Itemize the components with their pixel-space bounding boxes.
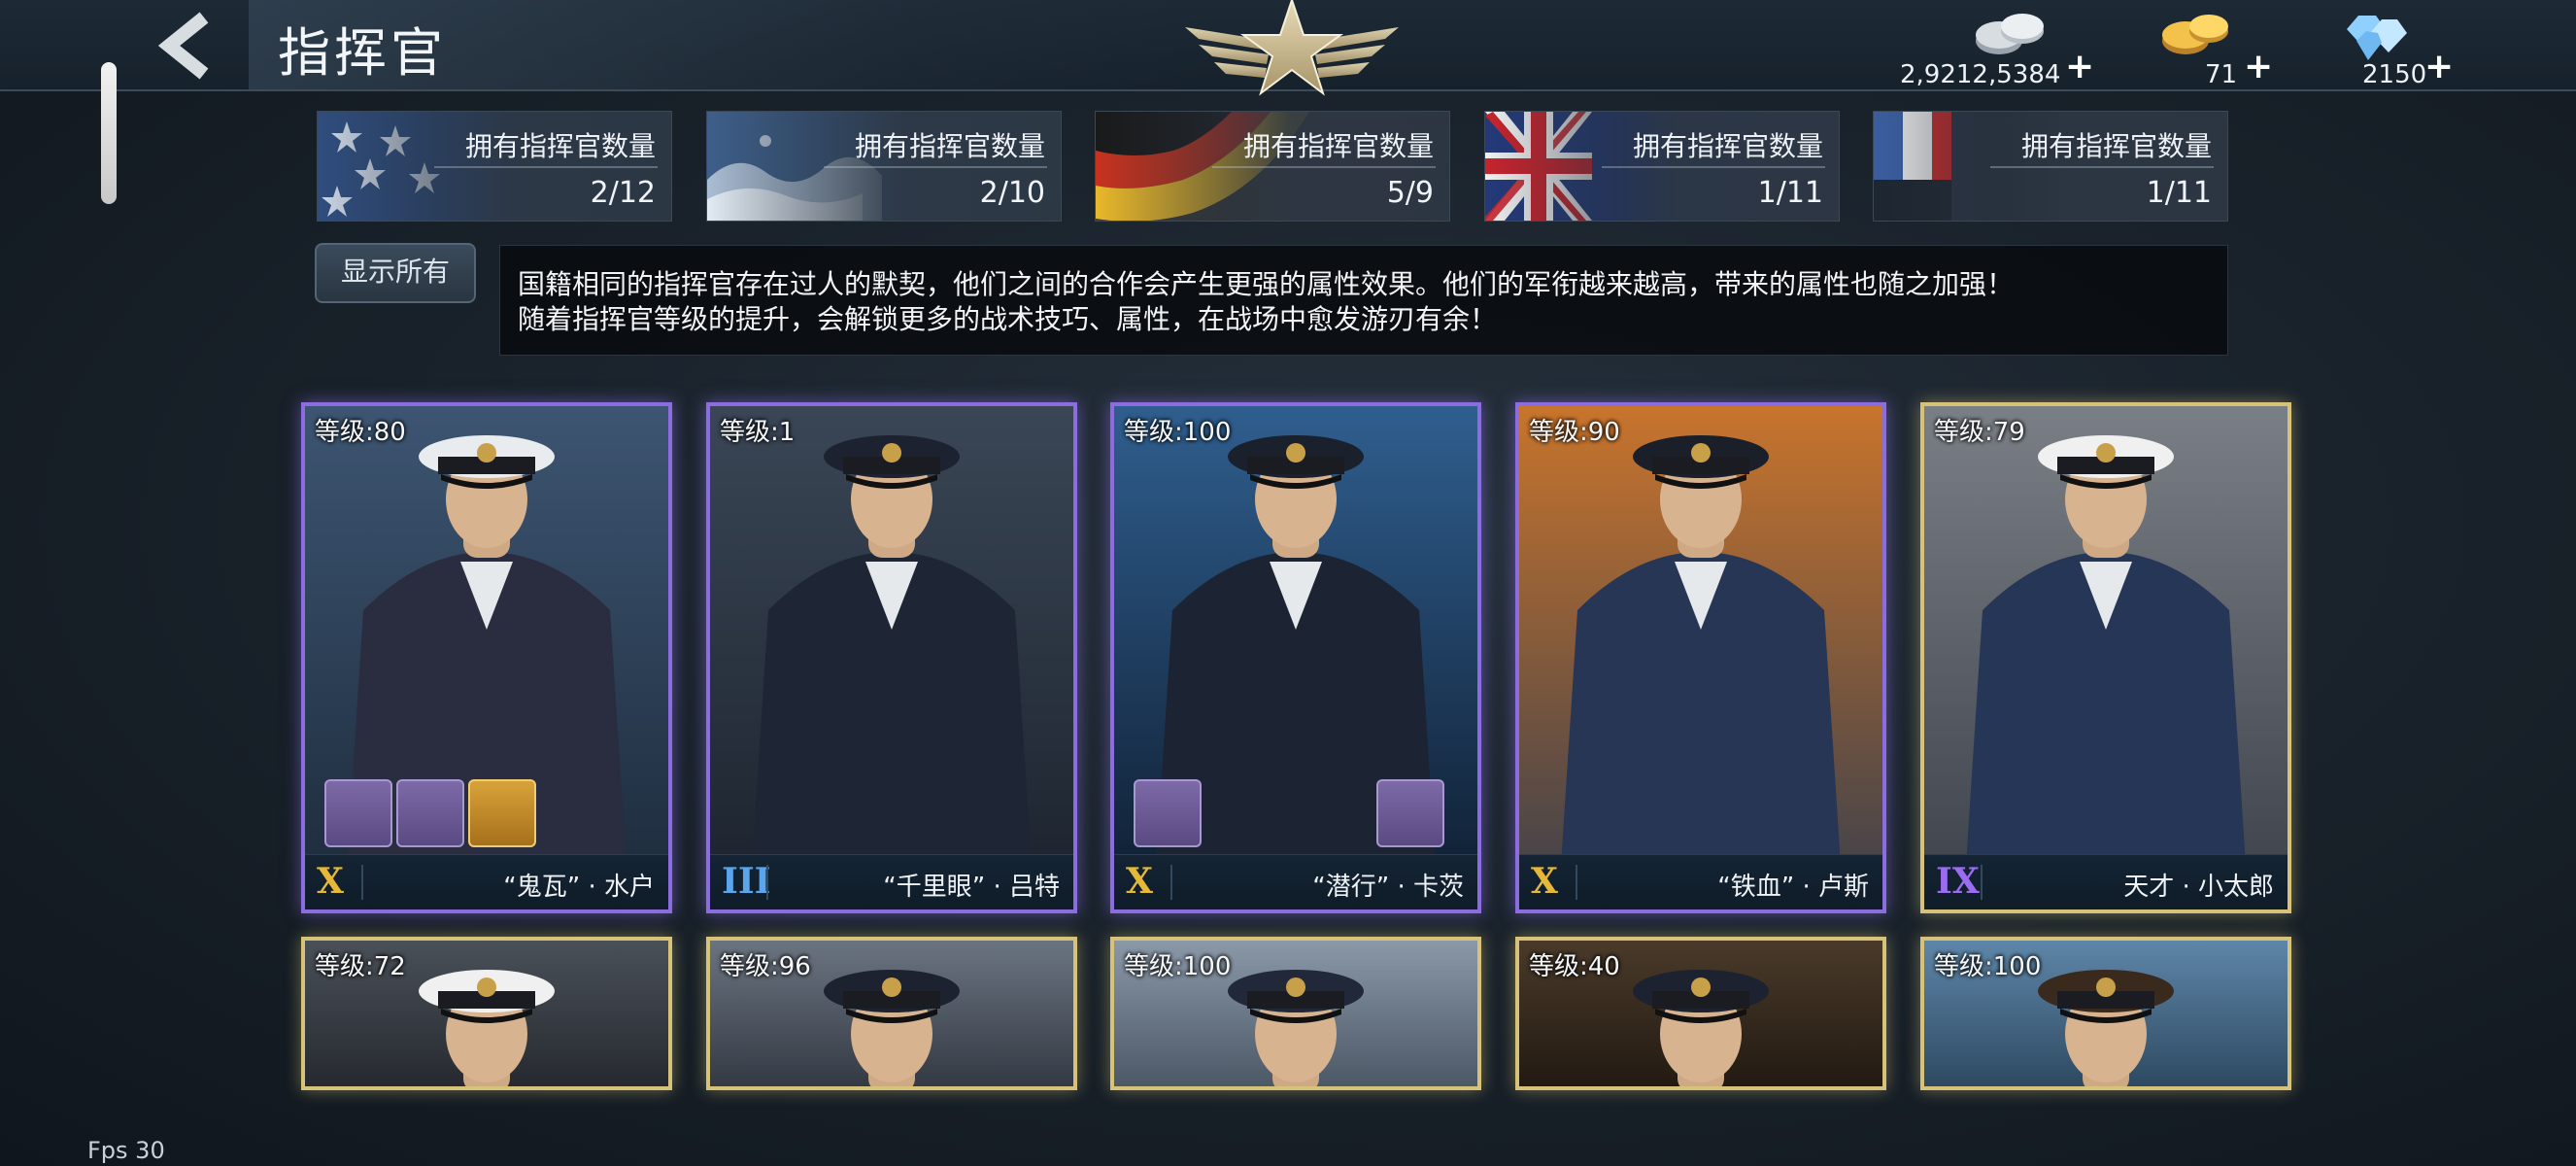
commander-rank: X	[1126, 861, 1153, 902]
commander-level: 等级:80	[315, 418, 406, 447]
commander-rank: X	[1531, 861, 1558, 902]
nation-label: 拥有指挥官数量	[854, 130, 1045, 162]
commander-level: 等级:79	[1934, 418, 2025, 447]
commander-info-bar: X “鬼瓦” · 水户	[305, 854, 668, 909]
commander-card[interactable]: 等级:96	[706, 937, 1077, 1090]
commander-card[interactable]: 等级:90 X “铁血” · 卢斯	[1515, 402, 1886, 913]
commander-level: 等级:90	[1529, 418, 1620, 447]
silver-coins-icon	[1976, 14, 2044, 54]
nation-filter-germany[interactable]: 拥有指挥官数量 5/9	[1095, 111, 1450, 222]
commander-card[interactable]: 等级:79 IX 天才 · 小太郎	[1920, 402, 2291, 913]
star-wings-emblem-icon	[1185, 0, 1399, 96]
commander-name: 天才 · 小太郎	[2123, 873, 2274, 902]
commander-level: 等级:100	[1934, 952, 2042, 981]
commander-rank: X	[317, 861, 344, 902]
divider	[434, 166, 658, 168]
diamond-resource: 2150 +	[2331, 8, 2457, 91]
commander-card[interactable]: 等级:72	[301, 937, 672, 1090]
nation-filter-other[interactable]: 拥有指挥官数量 1/11	[1873, 111, 2228, 222]
diamond-add-button[interactable]: +	[2424, 47, 2454, 86]
nation-label: 拥有指挥官数量	[464, 130, 656, 162]
divider	[1990, 166, 2214, 168]
commander-level: 等级:100	[1124, 418, 1232, 447]
commander-portrait	[1924, 406, 2288, 909]
diamond-value: 2150	[2362, 60, 2427, 89]
commander-level: 等级:100	[1124, 952, 1232, 981]
gold-add-button[interactable]: +	[2244, 47, 2273, 86]
nation-label: 拥有指挥官数量	[2020, 130, 2212, 162]
commander-level: 等级:1	[720, 418, 796, 447]
commander-rank: IX	[1936, 861, 1980, 902]
commander-portrait	[710, 406, 1073, 909]
commander-portrait	[1519, 406, 1882, 909]
nation-filter-uk[interactable]: 拥有指挥官数量 1/11	[1484, 111, 1840, 222]
divider	[1602, 166, 1825, 168]
description-line-1: 国籍相同的指挥官存在过人的默契，他们之间的合作会产生更强的属性效果。他们的军衔越…	[518, 268, 2015, 300]
silver-resource: 2,9212,5384 +	[1894, 8, 2094, 91]
nation-filter-usa[interactable]: 拥有指挥官数量 2/12	[317, 111, 672, 222]
back-arrow-icon	[157, 12, 209, 80]
commander-level: 等级:96	[720, 952, 811, 981]
commander-name: “铁血” · 卢斯	[1717, 873, 1869, 902]
show-all-button[interactable]: 显示所有	[315, 243, 476, 303]
commander-name: “千里眼” · 吕特	[883, 873, 1060, 902]
commander-name: “潜行” · 卡茨	[1312, 873, 1464, 902]
silver-add-button[interactable]: +	[2065, 47, 2094, 86]
silver-value: 2,9212,5384	[1900, 60, 2061, 89]
gold-value: 71	[2205, 60, 2238, 89]
gold-resource: 71 +	[2147, 8, 2273, 91]
commander-card[interactable]: 等级:100	[1920, 937, 2291, 1090]
nation-count: 2/10	[979, 176, 1045, 210]
armor-icon[interactable]	[468, 779, 536, 847]
commander-level: 等级:40	[1529, 952, 1620, 981]
commander-rank: III	[722, 861, 771, 902]
commander-card[interactable]: 等级:1 III “千里眼” · 吕特	[706, 402, 1077, 913]
divider	[361, 865, 363, 900]
side-drawer-handle[interactable]	[101, 62, 117, 204]
commander-info-bar: X “潜行” · 卡茨	[1114, 854, 1477, 909]
telescope-icon[interactable]	[1134, 779, 1202, 847]
nation-count: 5/9	[1386, 176, 1434, 210]
diamonds-icon	[2347, 16, 2407, 60]
nation-count: 2/12	[590, 176, 656, 210]
page-title: 指挥官	[278, 22, 447, 84]
commander-level: 等级:72	[315, 952, 406, 981]
divider	[766, 865, 768, 900]
commander-info-bar: III “千里眼” · 吕特	[710, 854, 1073, 909]
whip-icon[interactable]	[396, 779, 464, 847]
commander-info-bar: X “铁血” · 卢斯	[1519, 854, 1882, 909]
commander-name: “鬼瓦” · 水户	[503, 873, 655, 902]
pipe-icon[interactable]	[1376, 779, 1444, 847]
fps-counter: Fps 30	[87, 1137, 165, 1164]
divider	[1981, 865, 1983, 900]
divider	[1576, 865, 1577, 900]
gold-coins-icon	[2162, 15, 2228, 54]
nation-label: 拥有指挥官数量	[1242, 130, 1434, 162]
commander-card[interactable]: 等级:80 X “鬼瓦” · 水户	[301, 402, 672, 913]
divider	[1170, 865, 1172, 900]
nation-label: 拥有指挥官数量	[1632, 130, 1823, 162]
back-button[interactable]	[146, 12, 223, 80]
divider	[824, 166, 1047, 168]
nation-filter-japan[interactable]: 拥有指挥官数量 2/10	[706, 111, 1062, 222]
commander-card[interactable]: 等级:40	[1515, 937, 1886, 1090]
commander-card[interactable]: 等级:100 X “潜行” · 卡茨	[1110, 402, 1481, 913]
commander-card[interactable]: 等级:100	[1110, 937, 1481, 1090]
commander-info-bar: IX 天才 · 小太郎	[1924, 854, 2288, 909]
divider	[1212, 166, 1436, 168]
nation-count: 1/11	[2146, 176, 2212, 210]
nation-count: 1/11	[1757, 176, 1823, 210]
medal-icon[interactable]	[324, 779, 392, 847]
description-panel: 国籍相同的指挥官存在过人的默契，他们之间的合作会产生更强的属性效果。他们的军衔越…	[499, 245, 2228, 356]
description-line-2: 随着指挥官等级的提升，会解锁更多的战术技巧、属性，在战场中愈发游刃有余！	[518, 303, 1498, 335]
